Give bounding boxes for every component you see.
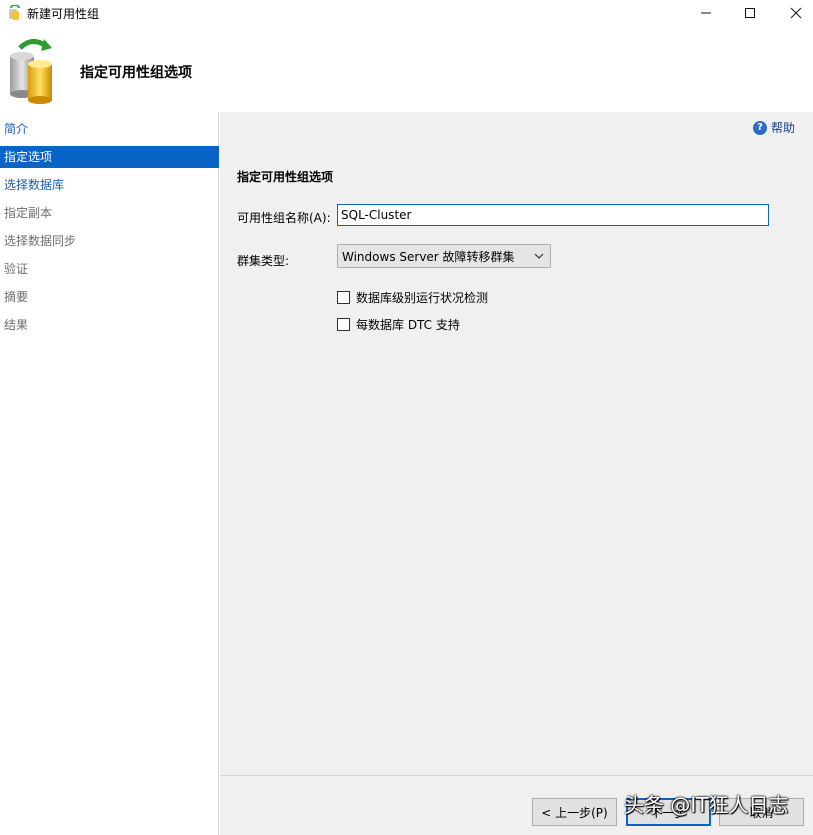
title-bar: 新建可用性组 bbox=[0, 0, 813, 26]
ag-name-input[interactable] bbox=[337, 204, 769, 226]
page-title: 指定可用性组选项 bbox=[80, 65, 192, 81]
wizard-header: 指定可用性组选项 bbox=[0, 26, 813, 112]
footer-divider bbox=[220, 775, 813, 776]
wizard-sidebar: 简介 指定选项 选择数据库 指定副本 选择数据同步 验证 摘要 结果 bbox=[0, 112, 219, 835]
chevron-down-icon bbox=[534, 253, 544, 259]
health-detection-checkbox-row[interactable]: 数据库级别运行状况检测 bbox=[337, 289, 488, 306]
app-icon bbox=[9, 5, 20, 20]
dtc-support-checkbox[interactable] bbox=[337, 318, 350, 331]
window-title: 新建可用性组 bbox=[27, 7, 100, 21]
sidebar-item-results: 结果 bbox=[4, 318, 29, 332]
previous-button[interactable]: < 上一步(P) bbox=[532, 798, 617, 826]
health-detection-checkbox[interactable] bbox=[337, 291, 350, 304]
dtc-support-checkbox-row[interactable]: 每数据库 DTC 支持 bbox=[337, 316, 460, 333]
sidebar-item-validation: 验证 bbox=[4, 262, 29, 276]
health-detection-label: 数据库级别运行状况检测 bbox=[356, 291, 489, 305]
cluster-type-select[interactable]: Windows Server 故障转移群集 bbox=[337, 244, 551, 268]
help-icon: ? bbox=[753, 120, 767, 135]
sidebar-item-data-sync: 选择数据同步 bbox=[4, 234, 77, 248]
section-title: 指定可用性组选项 bbox=[237, 170, 334, 184]
dtc-support-label: 每数据库 DTC 支持 bbox=[356, 318, 460, 332]
ag-name-label: 可用性组名称(A): bbox=[237, 211, 331, 225]
minimize-button[interactable] bbox=[683, 0, 729, 26]
minimize-icon bbox=[701, 12, 711, 14]
sidebar-item-select-databases[interactable]: 选择数据库 bbox=[0, 174, 219, 196]
maximize-icon bbox=[745, 8, 755, 18]
close-button[interactable] bbox=[773, 0, 813, 26]
help-label: 帮助 bbox=[771, 121, 796, 135]
maximize-button[interactable] bbox=[727, 0, 773, 26]
cluster-type-label: 群集类型: bbox=[237, 254, 290, 268]
sidebar-item-summary: 摘要 bbox=[4, 290, 29, 304]
close-icon bbox=[790, 7, 802, 19]
sidebar-item-intro[interactable]: 简介 bbox=[0, 118, 219, 140]
watermark: 头条 @IT狂人日志 bbox=[624, 793, 789, 817]
sidebar-item-specify-options[interactable]: 指定选项 bbox=[0, 146, 219, 168]
help-link[interactable]: ? 帮助 bbox=[753, 119, 795, 136]
cluster-type-value: Windows Server 故障转移群集 bbox=[342, 249, 515, 264]
main-panel: ? 帮助 指定可用性组选项 可用性组名称(A): 群集类型: Windows S… bbox=[220, 112, 813, 835]
sidebar-item-specify-replicas: 指定副本 bbox=[4, 206, 53, 220]
database-sync-icon bbox=[10, 39, 52, 104]
